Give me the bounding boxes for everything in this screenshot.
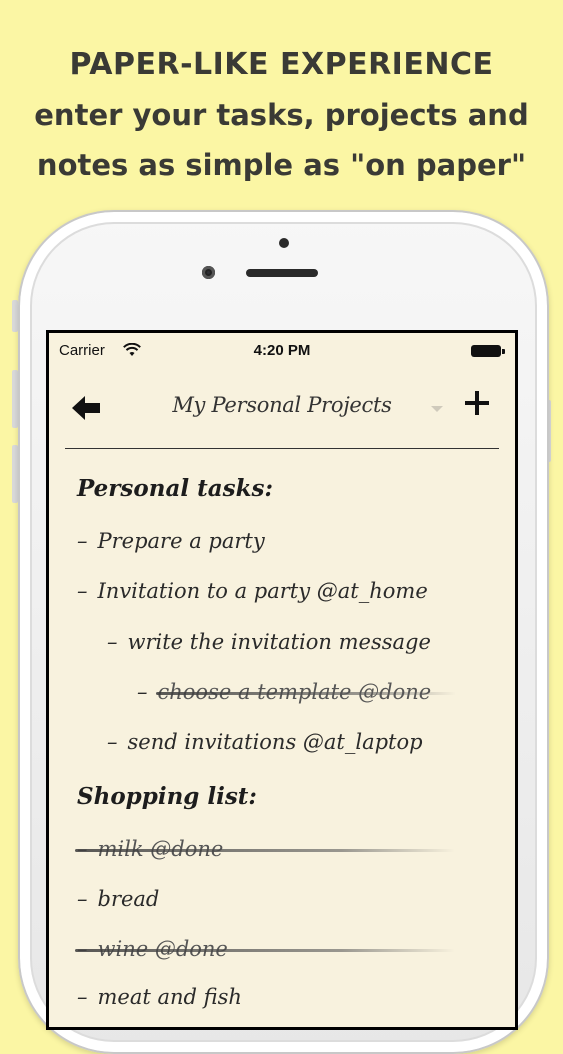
headline-title: PAPER-LIKE EXPERIENCE (69, 47, 494, 82)
bullet-dash: – (77, 579, 88, 603)
bullet-dash: – (77, 887, 88, 911)
bullet-dash: – (137, 680, 148, 704)
strikethrough-line (75, 949, 455, 952)
list-item-text: Prepare a party (97, 529, 265, 553)
list-item-text-done: –milk @done (75, 837, 455, 861)
list-item-text-done: choose a template @done (155, 680, 456, 704)
list-item-text-done: –wine @done (75, 937, 455, 961)
bullet-dash: – (107, 730, 118, 754)
list-item-done[interactable]: – choose a template @done (137, 680, 456, 704)
list-item[interactable]: – Invitation to a party @at_home (77, 579, 428, 603)
list-item[interactable]: – Prepare a party (77, 529, 265, 553)
list-item-done[interactable]: –wine @done (75, 937, 455, 961)
strikethrough-line (155, 692, 456, 695)
front-camera-icon (202, 266, 215, 279)
bullet-dash: – (107, 630, 118, 654)
list-item[interactable]: – meat and fish (77, 985, 242, 1009)
list-item-text: write the invitation message (127, 630, 431, 654)
nav-bar: My Personal Projects (49, 379, 515, 439)
bullet-dash: – (77, 985, 88, 1009)
title-divider (65, 448, 499, 449)
status-time: 4:20 PM (253, 342, 311, 359)
list-item-text: send invitations @at_laptop (127, 730, 423, 754)
chevron-down-icon[interactable] (431, 406, 443, 412)
app-screen: Carrier 4:20 PM My Personal Projects Per… (49, 333, 515, 1027)
list-item[interactable]: – bread (77, 887, 159, 911)
headline-line-3: notes as simple as "on paper" (36, 148, 527, 182)
headline: PAPER-LIKE EXPERIENCE enter your tasks, … (0, 40, 563, 190)
list-item-done[interactable]: –milk @done (75, 837, 455, 861)
phone-screen: Carrier 4:20 PM My Personal Projects Per… (46, 330, 518, 1030)
section-heading-personal-tasks[interactable]: Personal tasks: (77, 475, 273, 502)
project-title[interactable]: My Personal Projects (49, 393, 515, 417)
battery-icon (471, 345, 505, 357)
list-item-text: Invitation to a party @at_home (97, 579, 428, 603)
earpiece-speaker (246, 269, 318, 277)
list-item[interactable]: – send invitations @at_laptop (107, 730, 423, 754)
bullet-dash: – (77, 529, 88, 553)
headline-line-2: enter your tasks, projects and (34, 98, 529, 132)
add-plus-icon[interactable] (465, 391, 489, 415)
proximity-sensor (279, 238, 289, 248)
section-heading-shopping-list[interactable]: Shopping list: (77, 783, 257, 810)
strikethrough-line (75, 849, 455, 852)
list-item-text: bread (97, 887, 160, 911)
list-item-text: meat and fish (97, 985, 242, 1009)
status-bar: Carrier 4:20 PM (49, 333, 515, 369)
list-item[interactable]: – write the invitation message (107, 630, 431, 654)
